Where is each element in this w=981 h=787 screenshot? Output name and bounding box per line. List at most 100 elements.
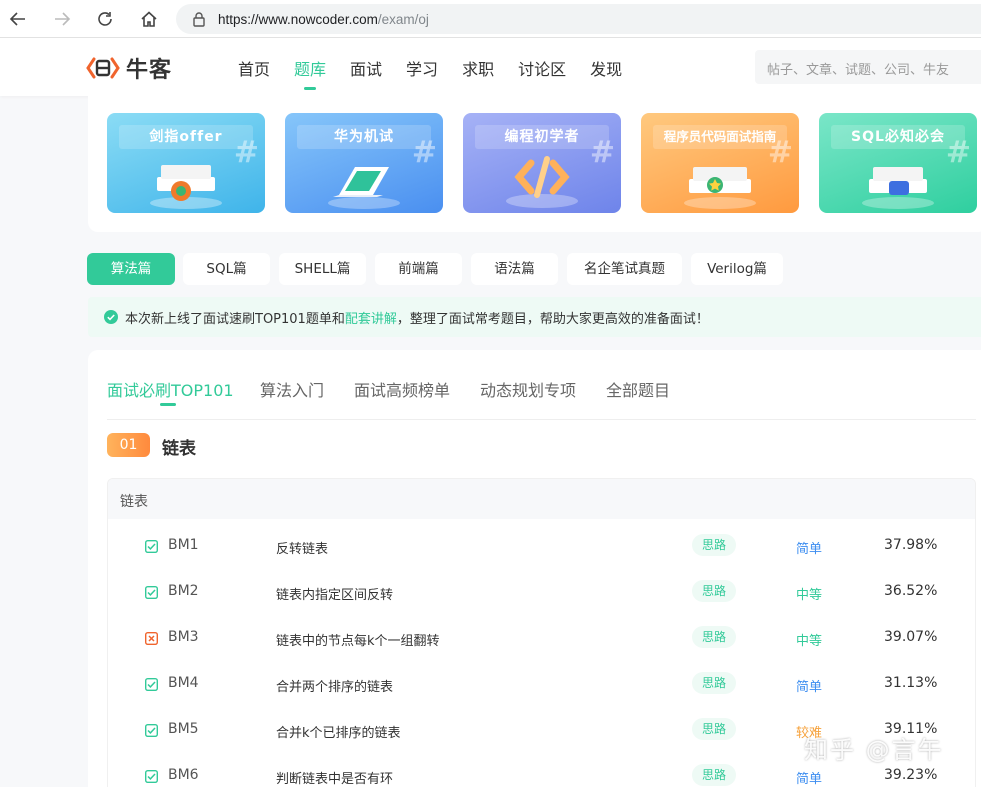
section-number-badge: 01 <box>107 433 150 457</box>
difficulty-label: 简单 <box>796 772 823 787</box>
question-title[interactable]: 合并两个排序的链表 <box>276 676 393 695</box>
banner-jianzhi-offer[interactable]: 剑指offer # <box>107 113 265 213</box>
banner-beginner[interactable]: 编程初学者 # <box>463 113 621 213</box>
question-title[interactable]: 链表内指定区间反转 <box>276 584 393 603</box>
solution-tag[interactable]: 思路 <box>692 764 736 786</box>
table-header: 链表 <box>108 479 975 519</box>
nav-item-learn[interactable]: 学习 <box>406 56 438 84</box>
question-id: BM4 <box>168 675 199 691</box>
pass-rate: 31.13% <box>884 675 938 691</box>
category-tab-algorithm[interactable]: 算法篇 <box>87 253 175 285</box>
sql-book-icon <box>862 167 934 209</box>
notice-link[interactable]: 配套讲解 <box>345 308 397 327</box>
sub-tab-top101[interactable]: 面试必刷TOP101 <box>107 377 234 401</box>
code-brackets-icon <box>506 156 578 208</box>
hash-decoration-icon: # <box>945 135 971 170</box>
solution-tag[interactable]: 思路 <box>692 672 736 694</box>
banner-huawei-test[interactable]: 华为机试 # <box>285 113 443 213</box>
back-button[interactable] <box>6 7 30 31</box>
sub-tab-high-frequency[interactable]: 面试高频榜单 <box>354 377 450 401</box>
question-id: BM6 <box>168 767 199 783</box>
nav-item-jobs[interactable]: 求职 <box>462 56 494 84</box>
url-path: /exam/oj <box>377 11 429 27</box>
check-circle-icon <box>104 310 118 324</box>
solved-check-icon <box>145 678 158 691</box>
hash-decoration-icon: # <box>589 135 615 170</box>
nav-item-question-bank[interactable]: 题库 <box>294 56 326 90</box>
nav-item-home[interactable]: 首页 <box>238 56 270 84</box>
forward-arrow-icon <box>55 12 71 26</box>
solution-tag[interactable]: 思路 <box>692 534 736 556</box>
table-row[interactable]: BM4 合并两个排序的链表 思路 简单 31.13% <box>108 662 975 708</box>
reload-button[interactable] <box>93 7 117 31</box>
hash-decoration-icon: # <box>233 135 259 170</box>
book-stack-icon <box>150 165 222 209</box>
banner-sql-must-know[interactable]: SQL必知必会 # <box>819 113 977 213</box>
home-icon <box>141 11 157 27</box>
difficulty-label: 简单 <box>796 542 823 557</box>
nowcoder-logo[interactable]: 牛客 <box>86 52 172 84</box>
notice-text-before: 本次新上线了面试速刷TOP101题单和 <box>125 311 345 327</box>
category-tab-shell[interactable]: SHELL篇 <box>279 253 366 285</box>
solved-check-icon <box>145 540 158 553</box>
table-row[interactable]: BM3 链表中的节点每k个一组翻转 思路 中等 39.07% <box>108 616 975 662</box>
category-tab-company-exams[interactable]: 名企笔试真题 <box>567 253 682 285</box>
url-host: https://www.nowcoder.com <box>218 11 378 27</box>
category-tab-frontend[interactable]: 前端篇 <box>375 253 462 285</box>
solved-check-icon <box>145 586 158 599</box>
difficulty-label: 中等 <box>796 588 823 603</box>
table-row[interactable]: BM2 链表内指定区间反转 思路 中等 36.52% <box>108 570 975 616</box>
question-id: BM1 <box>168 537 199 553</box>
sub-tab-algorithm-intro[interactable]: 算法入门 <box>260 377 324 401</box>
category-tab-sql[interactable]: SQL篇 <box>183 253 270 285</box>
site-header: 牛客 首页 题库 面试 学习 求职 讨论区 发现 帖子、文章、试题、公司、牛友 <box>0 38 981 96</box>
solved-check-icon <box>145 724 158 737</box>
solution-tag[interactable]: 思路 <box>692 626 736 648</box>
hash-decoration-icon: # <box>767 135 793 170</box>
question-title[interactable]: 判断链表中是否有环 <box>276 768 393 787</box>
question-title[interactable]: 链表中的节点每k个一组翻转 <box>276 630 440 649</box>
question-title[interactable]: 合并k个已排序的链表 <box>276 722 401 741</box>
category-tab-syntax[interactable]: 语法篇 <box>471 253 558 285</box>
pass-rate: 39.07% <box>884 629 938 645</box>
home-button[interactable] <box>137 7 161 31</box>
notice-bar: 本次新上线了面试速刷TOP101题单和 配套讲解 ，整理了面试常考题目，帮助大家更高… <box>88 297 981 337</box>
question-id: BM3 <box>168 629 199 645</box>
solved-check-icon <box>145 770 158 783</box>
active-tab-indicator <box>160 403 176 406</box>
nowcoder-logo-icon <box>86 57 120 79</box>
section-title: 链表 <box>162 439 196 459</box>
address-bar[interactable]: https://www.nowcoder.com/exam/oj <box>176 4 981 34</box>
question-title[interactable]: 反转链表 <box>276 538 328 557</box>
hash-decoration-icon: # <box>411 135 437 170</box>
table-row[interactable]: BM1 反转链表 思路 简单 37.98% <box>108 524 975 570</box>
divider <box>107 419 976 420</box>
pass-rate: 39.23% <box>884 767 938 783</box>
laptop-icon <box>328 167 400 209</box>
pass-rate: 37.98% <box>884 537 938 553</box>
banner-code-interview-guide[interactable]: 程序员代码面试指南 # <box>641 113 799 213</box>
difficulty-label: 中等 <box>796 634 823 649</box>
lock-icon <box>193 12 205 27</box>
difficulty-label: 简单 <box>796 680 823 695</box>
question-id: BM5 <box>168 721 199 737</box>
pass-rate: 36.52% <box>884 583 938 599</box>
solution-tag[interactable]: 思路 <box>692 580 736 602</box>
wrong-attempt-icon <box>145 632 158 645</box>
notice-text-after: ，整理了面试常考题目，帮助大家更高效的准备面试！ <box>396 311 709 327</box>
main-nav: 首页 题库 面试 学习 求职 讨论区 发现 <box>238 56 622 90</box>
sub-tab-all-questions[interactable]: 全部题目 <box>606 377 670 401</box>
site-search-input[interactable]: 帖子、文章、试题、公司、牛友 <box>755 50 981 84</box>
category-tab-verilog[interactable]: Verilog篇 <box>691 253 783 285</box>
sub-tab-dynamic-programming[interactable]: 动态规划专项 <box>480 377 576 401</box>
back-arrow-icon <box>9 12 25 26</box>
nav-item-discover[interactable]: 发现 <box>590 56 622 84</box>
nav-item-interview[interactable]: 面试 <box>350 56 382 84</box>
zhihu-watermark: 知乎 @言午 <box>804 736 944 764</box>
solution-tag[interactable]: 思路 <box>692 718 736 740</box>
forward-button[interactable] <box>50 7 74 31</box>
book-star-icon <box>684 167 756 209</box>
nav-item-forum[interactable]: 讨论区 <box>518 56 566 84</box>
logo-text: 牛客 <box>126 58 173 83</box>
browser-toolbar: https://www.nowcoder.com/exam/oj <box>0 0 981 38</box>
